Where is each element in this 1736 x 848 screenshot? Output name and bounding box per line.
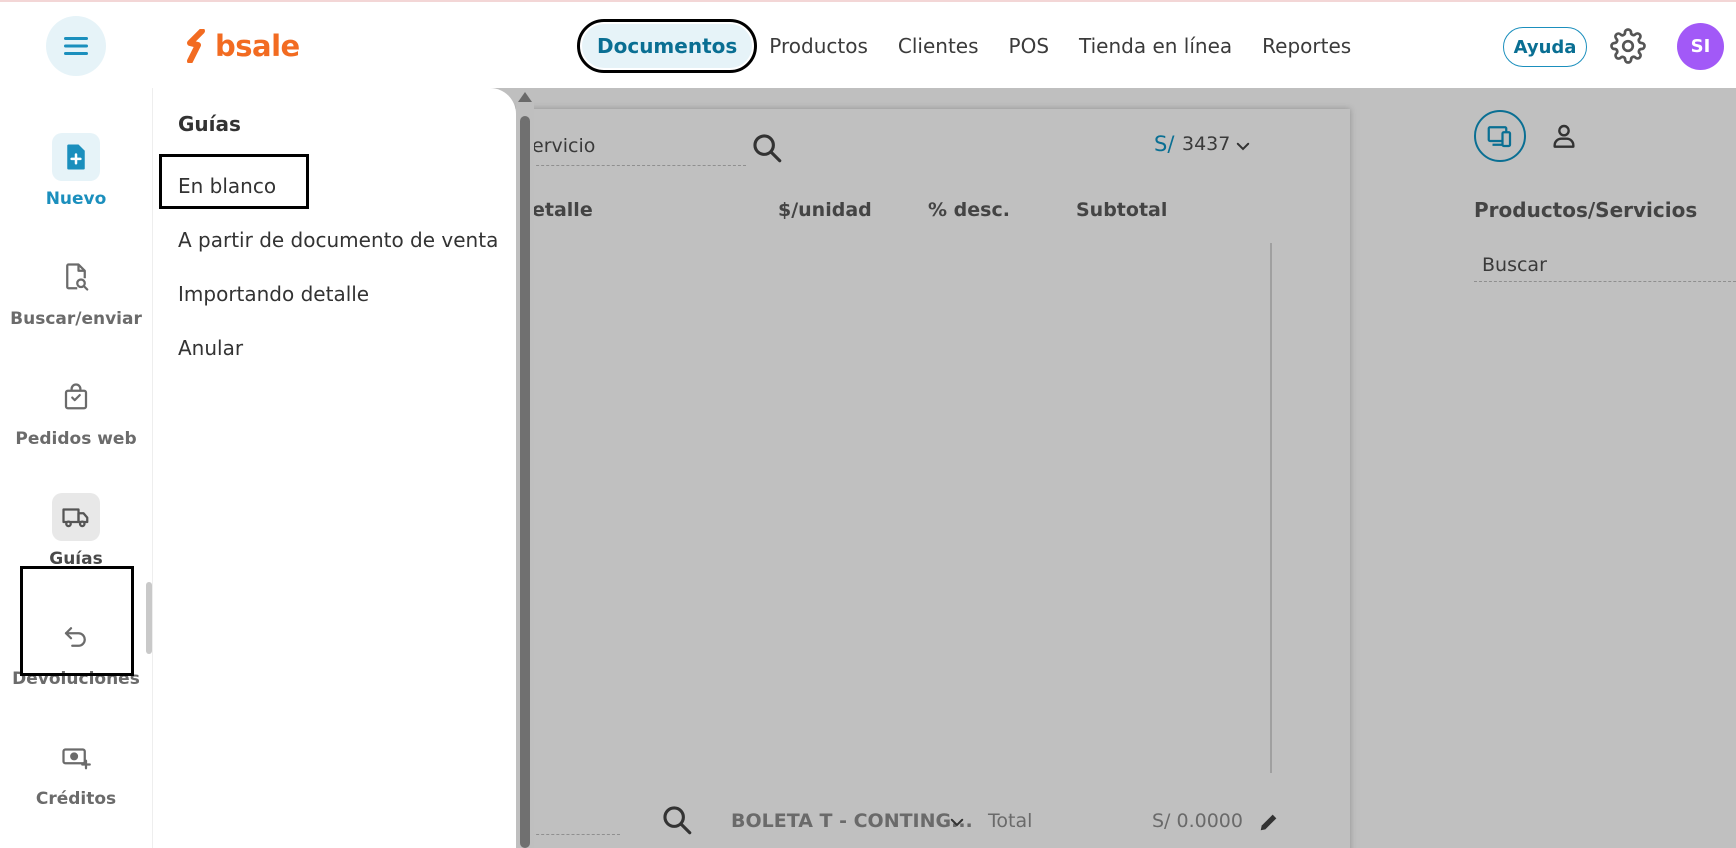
submenu-item-en-blanco[interactable]: En blanco	[178, 174, 276, 198]
rail-item-pedidos-web[interactable]: Pedidos web	[0, 373, 152, 449]
search-icon[interactable]	[750, 131, 784, 165]
rail-label: Guías	[49, 549, 103, 569]
detail-scroll-track	[1270, 243, 1272, 773]
column-header-detalle: etalle	[532, 199, 593, 221]
rail-item-buscar-enviar[interactable]: Buscar/enviar	[0, 253, 152, 329]
pencil-icon[interactable]	[1258, 811, 1280, 833]
menu-toggle-button[interactable]	[46, 16, 106, 76]
document-panel: ervicio S/ 3437 etalle $/unidad % desc. …	[486, 109, 1350, 848]
rail-label: Buscar/enviar	[10, 309, 142, 329]
product-search-input[interactable]: ervicio	[532, 135, 595, 157]
rail-icon-wrap	[52, 613, 100, 661]
total-label: Total	[988, 810, 1033, 832]
hamburger-icon	[64, 37, 88, 55]
cash-plus-icon	[62, 748, 91, 770]
column-header-subtotal: Subtotal	[1076, 199, 1168, 221]
rail-label: Créditos	[35, 789, 117, 809]
nav-pos[interactable]: POS	[994, 24, 1065, 68]
currency-symbol: S/	[1154, 132, 1175, 156]
total-value: S/ 0.0000	[1152, 810, 1243, 832]
guias-submenu: Guías En blanco A partir de documento de…	[152, 88, 516, 848]
rail-item-creditos[interactable]: Créditos	[0, 733, 152, 809]
submenu-title: Guías	[178, 112, 241, 136]
top-bar: bsale Documentos Productos Clientes POS …	[0, 0, 1736, 88]
rail-icon-wrap	[52, 373, 100, 421]
rail-item-nuevo[interactable]: Nuevo	[0, 133, 152, 209]
gear-icon[interactable]	[1610, 28, 1646, 64]
rail-item-devoluciones[interactable]: Devoluciones	[0, 613, 152, 689]
rail-icon-wrap	[52, 733, 100, 781]
search-icon[interactable]	[660, 803, 694, 837]
logo-text: bsale	[215, 29, 300, 63]
nav-clientes[interactable]: Clientes	[883, 24, 994, 68]
scroll-up-arrow-icon[interactable]	[518, 92, 532, 102]
devices-icon	[1487, 126, 1512, 148]
truck-icon	[62, 508, 89, 528]
chevron-down-icon[interactable]	[1234, 137, 1252, 155]
chevron-down-icon[interactable]	[948, 813, 966, 831]
user-avatar[interactable]: SI	[1677, 23, 1724, 70]
scrollbar-thumb[interactable]	[520, 116, 530, 848]
brand-logo[interactable]: bsale	[185, 28, 300, 64]
rail-label: Devoluciones	[12, 669, 140, 689]
products-search-input[interactable]: Buscar	[1482, 254, 1547, 276]
nav-documentos[interactable]: Documentos	[576, 19, 758, 73]
rail-icon-wrap	[52, 493, 100, 541]
nav-tienda-en-linea[interactable]: Tienda en línea	[1064, 24, 1247, 68]
price-list-value[interactable]: 3437	[1182, 133, 1230, 155]
help-button[interactable]: Ayuda	[1503, 27, 1587, 67]
nav-reportes[interactable]: Reportes	[1247, 24, 1366, 68]
document-type-select[interactable]: BOLETA T - CONTING...	[731, 810, 973, 832]
rail-icon-wrap	[52, 133, 100, 181]
main-nav: Documentos Productos Clientes POS Tienda…	[576, 16, 1366, 76]
products-search-underline	[1474, 281, 1736, 282]
products-side-panel: Productos/Servicios Buscar	[1360, 88, 1736, 848]
submenu-item-importando-detalle[interactable]: Importando detalle	[178, 282, 369, 306]
submenu-item-anular[interactable]: Anular	[178, 336, 243, 360]
rail-icon-wrap	[52, 253, 100, 301]
file-plus-icon	[67, 144, 85, 170]
user-icon[interactable]	[1548, 120, 1580, 152]
file-search-icon	[66, 263, 89, 291]
client-search-underline	[526, 834, 620, 835]
submenu-item-desde-documento-venta[interactable]: A partir de documento de venta	[178, 228, 498, 252]
rail-label: Nuevo	[45, 189, 107, 209]
shopping-bag-icon	[64, 383, 88, 410]
nav-productos[interactable]: Productos	[754, 24, 883, 68]
column-header-unit-price: $/unidad	[778, 199, 872, 221]
catalog-view-button[interactable]	[1474, 110, 1526, 162]
search-underline	[526, 165, 746, 166]
return-arrow-icon	[64, 627, 86, 647]
bsale-logo-icon	[187, 29, 205, 63]
submenu-scrollbar[interactable]	[516, 88, 534, 848]
products-panel-title: Productos/Servicios	[1474, 198, 1698, 222]
left-rail: Nuevo Buscar/enviar Pedidos web Guías De…	[0, 88, 152, 848]
rail-label: Pedidos web	[15, 429, 137, 449]
rail-item-guias[interactable]: Guías	[0, 493, 152, 569]
column-header-discount: % desc.	[928, 199, 1010, 221]
